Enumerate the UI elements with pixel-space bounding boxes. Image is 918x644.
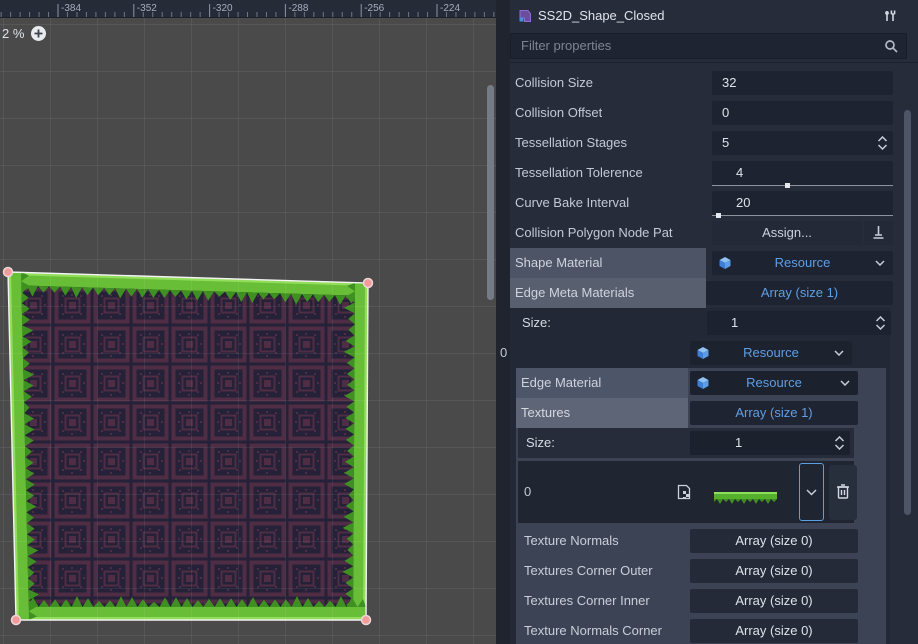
- slider-grabber[interactable]: [785, 183, 790, 188]
- spin-updown-icon[interactable]: [834, 436, 845, 450]
- inspector-vertical-scrollbar[interactable]: [904, 110, 911, 515]
- edge-meta-material-resource-dropdown[interactable]: Resource: [690, 341, 852, 365]
- godot-editor: -384 -352 -320 -288 -256 -224 2 % SS2D_Shape_…: [0, 0, 918, 644]
- zoom-plus-icon[interactable]: [30, 25, 47, 42]
- chevron-down-icon: [840, 380, 850, 386]
- slider-grabber[interactable]: [716, 213, 721, 218]
- shape-material-label-bg: Shape Material: [510, 248, 706, 278]
- property-label-textures-corner-outer: Textures Corner Outer: [524, 556, 653, 586]
- collision-offset-field[interactable]: 0: [712, 101, 893, 125]
- edge-meta-materials-label-bg: Edge Meta Materials: [510, 278, 706, 308]
- curve-bake-interval-slider[interactable]: 20: [712, 191, 893, 215]
- slider-track[interactable]: [712, 185, 893, 186]
- canvas-viewport[interactable]: 2 %: [0, 18, 496, 644]
- shape-material-resource-dropdown[interactable]: Resource: [712, 251, 893, 275]
- edge-material-resource-dropdown[interactable]: Resource: [690, 371, 858, 395]
- edge-meta-materials-array-button[interactable]: Array (size 1): [706, 281, 893, 305]
- property-label-collision-size: Collision Size: [515, 68, 593, 98]
- array-size-spinbox[interactable]: 1: [707, 311, 891, 335]
- search-icon: [884, 39, 899, 54]
- texture-normals-array-button[interactable]: Array (size 0): [690, 529, 858, 553]
- array-size-label: Size:: [522, 308, 551, 338]
- property-label-textures-corner-inner: Textures Corner Inner: [524, 586, 650, 616]
- node-title: SS2D_Shape_Closed: [538, 0, 664, 31]
- property-label-collision-offset: Collision Offset: [515, 98, 602, 128]
- chevron-down-icon: [875, 260, 885, 266]
- shape-canvas[interactable]: [0, 18, 496, 644]
- grass-texture-preview[interactable]: [714, 489, 777, 506]
- assign-nodepath-button[interactable]: Assign...: [712, 221, 862, 245]
- svg-text:-288: -288: [288, 3, 308, 14]
- horizontal-ruler: -384 -352 -320 -288 -256 -224: [0, 0, 496, 18]
- spin-updown-icon[interactable]: [875, 316, 886, 330]
- svg-text:-352: -352: [137, 3, 157, 14]
- textures-size-spinbox[interactable]: 1: [690, 431, 850, 455]
- edit-resource-icon[interactable]: [676, 484, 692, 500]
- shape-point-handle[interactable]: [12, 616, 21, 625]
- textures-label-bg: Textures: [516, 398, 688, 428]
- property-label-curve-bake-interval: Curve Bake Interval: [515, 188, 629, 218]
- textures-corner-outer-array-button[interactable]: Array (size 0): [690, 559, 858, 583]
- texture-item-row: 0: [518, 461, 854, 523]
- property-label-edge-material: Edge Material: [521, 368, 688, 398]
- property-label-texture-normals-corner: Texture Normals Corner: [524, 616, 662, 644]
- property-label-tessellation-tolerence: Tessellation Tolerence: [515, 158, 643, 188]
- property-label-edge-meta-materials: Edge Meta Materials: [515, 278, 706, 308]
- property-label-texture-normals: Texture Normals: [524, 526, 619, 556]
- filter-placeholder: Filter properties: [521, 34, 611, 58]
- ss2d-node-icon: [517, 8, 533, 24]
- shape-point-handle[interactable]: [4, 268, 13, 277]
- collision-size-field[interactable]: 32: [712, 71, 893, 95]
- separator: [510, 62, 918, 63]
- tools-icon[interactable]: [882, 8, 898, 24]
- textures-corner-inner-array-button[interactable]: Array (size 0): [690, 589, 858, 613]
- svg-text:-320: -320: [213, 3, 233, 14]
- viewport-vertical-scrollbar[interactable]: [487, 85, 494, 300]
- texture-normals-corner-array-button[interactable]: Array (size 0): [690, 619, 858, 643]
- svg-text:-384: -384: [61, 3, 81, 14]
- svg-text:-224: -224: [440, 3, 460, 14]
- texture-options-dropdown[interactable]: [799, 463, 824, 521]
- array-item-index: 0: [524, 461, 531, 523]
- property-label-shape-material: Shape Material: [515, 248, 706, 278]
- ruler-ticks: -384 -352 -320 -288 -256 -224: [0, 0, 496, 17]
- svg-text:-256: -256: [364, 3, 384, 14]
- array-item-index: 0: [500, 338, 507, 368]
- textures-array-button[interactable]: Array (size 1): [690, 401, 858, 425]
- spin-updown-icon[interactable]: [877, 136, 888, 150]
- filter-properties-input[interactable]: Filter properties: [510, 33, 907, 59]
- zoom-level-button[interactable]: 2 %: [2, 26, 24, 41]
- chevron-down-icon: [834, 350, 844, 356]
- slider-track[interactable]: [712, 215, 893, 216]
- delete-item-button[interactable]: [829, 465, 857, 520]
- shape-point-handle[interactable]: [364, 279, 373, 288]
- tessellation-tolerence-slider[interactable]: 4: [712, 161, 893, 185]
- shape-point-handle[interactable]: [362, 616, 371, 625]
- tessellation-stages-spinbox[interactable]: 5: [712, 131, 893, 155]
- property-label-collision-polygon-node-path: Collision Polygon Node Pat: [515, 218, 705, 248]
- inspector-dock: SS2D_Shape_Closed Filter properties Coll…: [496, 0, 918, 644]
- edge-material-label-bg: Edge Material: [516, 368, 688, 398]
- property-label-tessellation-stages: Tessellation Stages: [515, 128, 627, 158]
- property-label-textures: Textures: [521, 398, 688, 428]
- pick-node-button[interactable]: [864, 221, 893, 245]
